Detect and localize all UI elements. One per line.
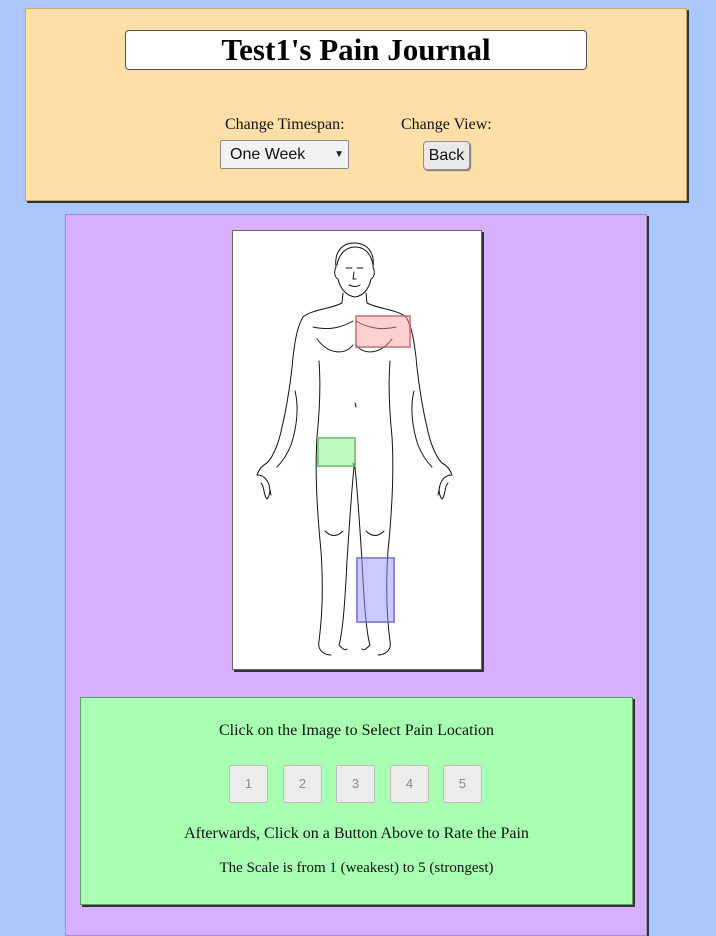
rating-panel: Click on the Image to Select Pain Locati… [80, 697, 633, 905]
back-button[interactable]: Back [423, 141, 470, 170]
rating-button-3[interactable]: 3 [336, 765, 375, 803]
head-outline [334, 242, 375, 298]
timespan-selected-value: One Week [230, 146, 306, 163]
right-hand-outline [256, 474, 272, 500]
pain-marker-hip[interactable] [317, 437, 356, 467]
rating-button-2[interactable]: 2 [283, 765, 322, 803]
view-label: Change View: [401, 116, 492, 133]
main-panel: Click on the Image to Select Pain Locati… [65, 214, 647, 936]
left-hand-outline [437, 474, 453, 500]
rate-pain-instruction: Afterwards, Click on a Button Above to R… [184, 825, 529, 842]
timespan-select[interactable]: One Week ▼ [220, 140, 349, 169]
scale-note: The Scale is from 1 (weakest) to 5 (stro… [219, 860, 494, 876]
rating-button-1[interactable]: 1 [229, 765, 268, 803]
timespan-label: Change Timespan: [225, 116, 345, 133]
header-panel: Test1's Pain Journal Change Timespan: Ch… [25, 8, 687, 201]
page-title: Test1's Pain Journal [125, 30, 587, 70]
pain-marker-shin[interactable] [356, 557, 395, 623]
pain-marker-chest[interactable] [355, 315, 411, 348]
rating-button-4[interactable]: 4 [390, 765, 429, 803]
body-map-image[interactable] [232, 230, 482, 670]
select-location-instruction: Click on the Image to Select Pain Locati… [218, 722, 495, 739]
chevron-down-icon: ▼ [334, 149, 344, 160]
rating-button-5[interactable]: 5 [443, 765, 482, 803]
